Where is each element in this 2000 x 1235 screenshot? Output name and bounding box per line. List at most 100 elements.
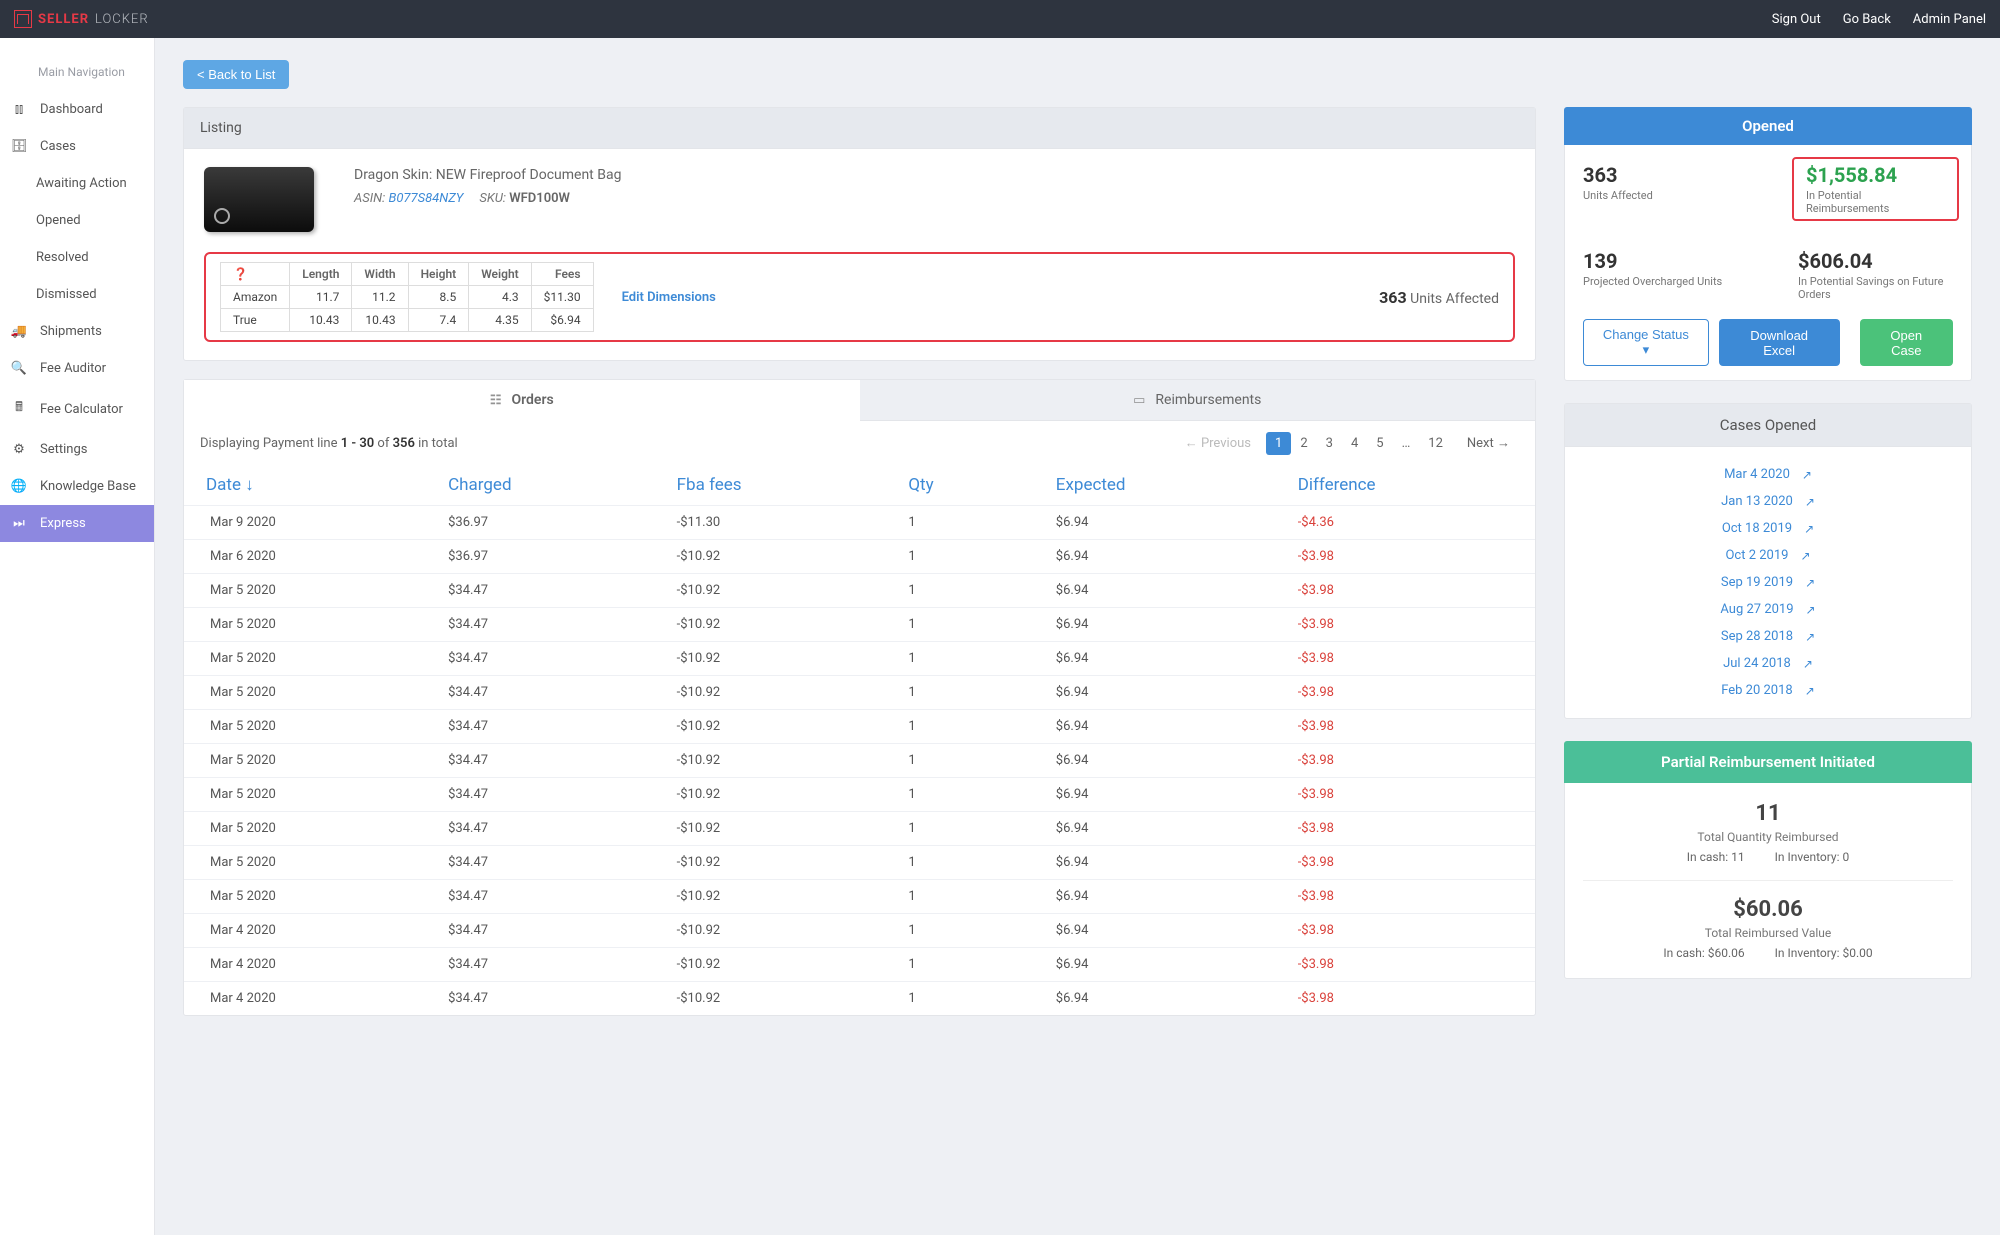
brand-text-2: LOCKER	[95, 12, 149, 27]
page-12[interactable]: 12	[1419, 432, 1452, 455]
case-link[interactable]: Sep 28 2018↗	[1583, 623, 1953, 650]
case-link[interactable]: Sep 19 2019↗	[1583, 569, 1953, 596]
col-difference[interactable]: Difference	[1276, 465, 1535, 506]
table-row[interactable]: Mar 5 2020$34.47-$10.921$6.94-$3.98	[184, 642, 1535, 676]
sidebar: Main Navigation ⫾⫾Dashboard🗄CasesAwaitin…	[0, 38, 155, 1235]
dimensions-callout: ❓LengthWidthHeightWeightFees Amazon11.71…	[204, 252, 1515, 342]
tab-reimbursements[interactable]: ▭Reimbursements	[860, 380, 1536, 421]
col-date[interactable]: Date ↓	[184, 465, 426, 506]
table-row[interactable]: Mar 5 2020$34.47-$10.921$6.94-$3.98	[184, 778, 1535, 812]
case-link[interactable]: Jan 13 2020↗	[1583, 488, 1953, 515]
cell-exp: $6.94	[1034, 880, 1276, 914]
case-link[interactable]: Aug 27 2019↗	[1583, 596, 1953, 623]
sidebar-item-awaiting-action[interactable]: Awaiting Action	[0, 165, 154, 202]
case-link[interactable]: Oct 18 2019↗	[1583, 515, 1953, 542]
case-link[interactable]: Oct 2 2019↗	[1583, 542, 1953, 569]
tab-orders[interactable]: ☷Orders	[184, 380, 860, 421]
page-previous[interactable]: ← Previous	[1176, 431, 1260, 455]
table-row[interactable]: Mar 5 2020$34.47-$10.921$6.94-$3.98	[184, 676, 1535, 710]
cell-qty: 1	[886, 982, 1033, 1016]
page-5[interactable]: 5	[1367, 432, 1392, 455]
cell-exp: $6.94	[1034, 948, 1276, 982]
table-row[interactable]: Mar 5 2020$34.47-$10.921$6.94-$3.98	[184, 880, 1535, 914]
sidebar-item-cases[interactable]: 🗄Cases	[0, 128, 154, 165]
dim-header: Fees	[531, 263, 593, 286]
cell-fba: -$10.92	[655, 880, 887, 914]
table-row[interactable]: Mar 5 2020$34.47-$10.921$6.94-$3.98	[184, 574, 1535, 608]
col-expected[interactable]: Expected	[1034, 465, 1276, 506]
sidebar-item-dismissed[interactable]: Dismissed	[0, 276, 154, 313]
page-next[interactable]: Next →	[1458, 431, 1519, 455]
cell-fba: -$10.92	[655, 574, 887, 608]
table-row[interactable]: Mar 6 2020$36.97-$10.921$6.94-$3.98	[184, 540, 1535, 574]
sidebar-item-shipments[interactable]: 🚚Shipments	[0, 313, 154, 350]
col-qty[interactable]: Qty	[886, 465, 1033, 506]
partial-amount-label: Total Reimbursed Value	[1583, 926, 1953, 940]
link-sign-out[interactable]: Sign Out	[1772, 12, 1821, 27]
cell-diff: -$4.36	[1276, 506, 1535, 540]
external-link-icon: ↗	[1805, 495, 1815, 509]
page-1[interactable]: 1	[1266, 432, 1291, 455]
cell-qty: 1	[886, 744, 1033, 778]
sidebar-item-knowledge-base[interactable]: 🌐Knowledge Base	[0, 468, 154, 505]
page-3[interactable]: 3	[1317, 432, 1342, 455]
sidebar-item-fee-calculator[interactable]: 🖩Fee Calculator	[0, 387, 154, 431]
opened-panel: Opened 363 Units Affected $1,558.84 In P…	[1564, 107, 1972, 381]
units-affected-lbl: Units Affected	[1583, 189, 1738, 202]
col-charged[interactable]: Charged	[426, 465, 655, 506]
case-date: Mar 4 2020	[1724, 467, 1790, 482]
table-row[interactable]: Mar 5 2020$34.47-$10.921$6.94-$3.98	[184, 744, 1535, 778]
table-row[interactable]: Mar 4 2020$34.47-$10.921$6.94-$3.98	[184, 914, 1535, 948]
dim-cell: Amazon	[221, 286, 290, 309]
cell-date: Mar 5 2020	[184, 744, 426, 778]
cell-date: Mar 4 2020	[184, 914, 426, 948]
cell-qty: 1	[886, 778, 1033, 812]
table-row[interactable]: Mar 5 2020$34.47-$10.921$6.94-$3.98	[184, 608, 1535, 642]
table-row[interactable]: Mar 4 2020$34.47-$10.921$6.94-$3.98	[184, 948, 1535, 982]
brand-text-1: SELLER	[38, 12, 89, 27]
sidebar-item-opened[interactable]: Opened	[0, 202, 154, 239]
cell-date: Mar 9 2020	[184, 506, 426, 540]
table-row[interactable]: Mar 5 2020$34.47-$10.921$6.94-$3.98	[184, 710, 1535, 744]
sidebar-item-fee-auditor[interactable]: 🔍 Fee Auditor	[0, 350, 154, 387]
page-4[interactable]: 4	[1342, 432, 1367, 455]
cell-charged: $36.97	[426, 540, 655, 574]
tab-orders-label: Orders	[511, 392, 553, 408]
col-date-label: Date	[206, 475, 241, 495]
sidebar-item-express[interactable]: ⏭Express	[0, 505, 154, 542]
external-link-icon: ↗	[1806, 603, 1816, 617]
partial-qty-label: Total Quantity Reimbursed	[1583, 830, 1953, 844]
page-…[interactable]: …	[1393, 432, 1420, 455]
table-row[interactable]: Mar 9 2020$36.97-$11.301$6.94-$4.36	[184, 506, 1535, 540]
case-link[interactable]: Jul 24 2018↗	[1583, 650, 1953, 677]
sidebar-item-dashboard[interactable]: ⫾⫾Dashboard	[0, 91, 154, 128]
change-status-button[interactable]: Change Status ▾	[1583, 319, 1709, 366]
cell-diff: -$3.98	[1276, 812, 1535, 846]
table-row[interactable]: Mar 5 2020$34.47-$10.921$6.94-$3.98	[184, 812, 1535, 846]
page-2[interactable]: 2	[1291, 432, 1316, 455]
cell-qty: 1	[886, 608, 1033, 642]
search-icon: 🔍	[10, 361, 28, 376]
cell-diff: -$3.98	[1276, 778, 1535, 812]
sidebar-item-label: Fee Auditor	[40, 361, 106, 376]
download-excel-button[interactable]: Download Excel	[1719, 319, 1840, 366]
table-row[interactable]: Mar 5 2020$34.47-$10.921$6.94-$3.98	[184, 846, 1535, 880]
cell-charged: $34.47	[426, 880, 655, 914]
cases-opened-panel: Cases Opened Mar 4 2020↗Jan 13 2020↗Oct …	[1564, 403, 1972, 719]
partial-amount-inv: In Inventory: $0.00	[1775, 946, 1873, 960]
logo[interactable]: SELLER LOCKER	[14, 10, 149, 28]
open-case-button[interactable]: Open Case	[1860, 319, 1953, 366]
sidebar-item-settings[interactable]: ⚙Settings	[0, 431, 154, 468]
case-link[interactable]: Mar 4 2020↗	[1583, 461, 1953, 488]
col-fba[interactable]: Fba fees	[655, 465, 887, 506]
case-link[interactable]: Feb 20 2018↗	[1583, 677, 1953, 704]
back-to-list-button[interactable]: < Back to List	[183, 60, 289, 89]
cases-opened-header: Cases Opened	[1565, 404, 1971, 447]
asin-link[interactable]: B077S84NZY	[388, 191, 463, 206]
link-go-back[interactable]: Go Back	[1843, 12, 1891, 27]
link-admin-panel[interactable]: Admin Panel	[1913, 12, 1986, 27]
sidebar-item-resolved[interactable]: Resolved	[0, 239, 154, 276]
table-row[interactable]: Mar 4 2020$34.47-$10.921$6.94-$3.98	[184, 982, 1535, 1016]
external-link-icon: ↗	[1803, 657, 1813, 671]
edit-dimensions-link[interactable]: Edit Dimensions	[622, 290, 716, 305]
